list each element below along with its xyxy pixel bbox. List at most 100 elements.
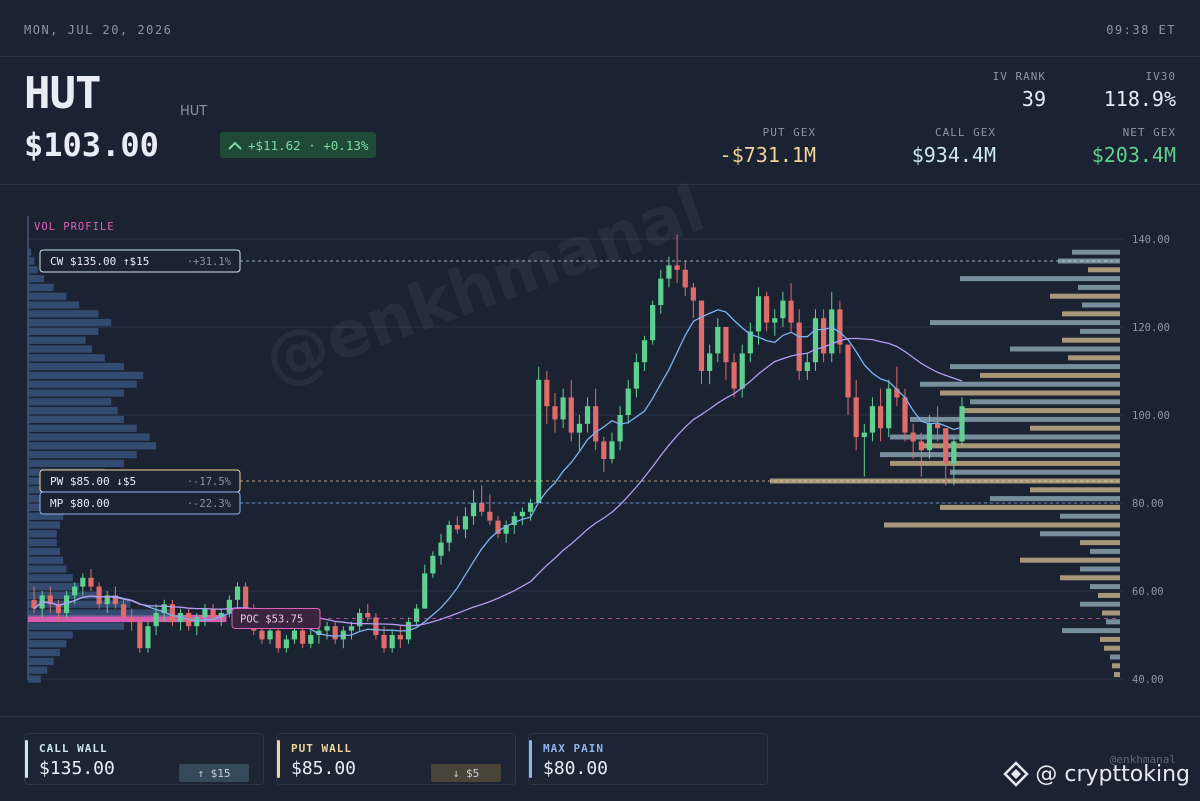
candle-body <box>446 525 452 543</box>
candle-body <box>129 617 135 622</box>
call-gex-bar <box>1082 302 1120 308</box>
candle-body <box>332 626 338 640</box>
candle-body <box>462 516 469 530</box>
volume-profile-bar <box>28 547 60 555</box>
candle-body <box>877 406 884 429</box>
volume-profile-bar <box>28 657 54 665</box>
candle-body <box>422 573 428 609</box>
put-gex-bar <box>1104 645 1120 651</box>
candle-body <box>804 362 810 371</box>
candle-body <box>560 397 566 420</box>
volume-profile-bar <box>28 583 80 591</box>
put-gex-bar <box>960 408 1120 414</box>
put-wall-card: PUT WALL $85.00 ↓ $5 <box>276 733 516 785</box>
candle-body <box>438 542 444 556</box>
volume-profile-bar <box>28 354 105 362</box>
max-pain-value: $80.00 <box>543 758 609 779</box>
date-label: MON, JUL 20, 2026 <box>24 23 173 37</box>
candle-body <box>324 626 330 631</box>
candle-body <box>625 388 631 415</box>
put-gex-bar <box>1100 636 1120 642</box>
put-gex-bar <box>1080 540 1120 546</box>
candle-body <box>926 423 933 451</box>
put-gex-bar <box>1060 575 1120 581</box>
poc-label: POC $53.75 <box>240 614 303 626</box>
call-gex-bar <box>1090 584 1120 590</box>
volume-profile-bar <box>28 424 137 432</box>
candle-body <box>234 586 241 600</box>
y-tick-label: 100.00 <box>1132 410 1170 422</box>
candle-body <box>861 432 867 437</box>
candle-body <box>88 577 94 587</box>
ticker-header: HUT HUT $103.00 +$11.62 · +0.13% IV RANK… <box>0 56 1200 185</box>
pw-level-pct: ·-17.5% <box>187 476 232 488</box>
put-gex-bar <box>884 522 1120 528</box>
volume-profile-bar <box>28 266 38 274</box>
candle-body <box>845 344 851 398</box>
candle-body <box>609 441 615 459</box>
net-gex-label: NET GEX <box>1122 126 1176 139</box>
candle-body <box>259 630 265 640</box>
put-gex-bar <box>1020 557 1120 563</box>
candle-body <box>267 630 273 640</box>
volume-profile-bar <box>28 530 57 538</box>
candle-body <box>544 379 550 407</box>
candle-body <box>96 586 102 605</box>
volume-profile-bar <box>28 631 73 639</box>
time-label: 09:38 ET <box>1106 23 1176 37</box>
put-wall-label: PUT WALL <box>291 742 352 755</box>
iv30-label: IV30 <box>1145 70 1176 83</box>
candle-body <box>576 423 583 433</box>
candle-body <box>283 639 289 649</box>
candle-body <box>910 432 916 442</box>
volume-profile-bar <box>28 257 35 265</box>
call-gex-bar <box>890 434 1120 440</box>
volume-profile-bar <box>28 389 124 397</box>
candle-body <box>194 617 200 627</box>
call-wall-label: CALL WALL <box>39 742 108 755</box>
call-gex-bar <box>1078 284 1120 290</box>
brand-logo: @ crypttoking <box>1003 761 1190 787</box>
put-gex-bar <box>1062 337 1120 343</box>
candle-body <box>487 511 493 521</box>
candle-body <box>120 604 127 618</box>
volume-profile-bar <box>28 398 112 406</box>
y-tick-label: 120.00 <box>1132 322 1170 334</box>
iv30-value: 118.9% <box>1103 87 1176 111</box>
call-gex-stat: CALL GEX $934.4M <box>912 126 996 167</box>
put-gex-bar <box>1098 592 1120 598</box>
price-change-text: +$11.62 · +0.13% <box>248 137 369 153</box>
candle-body <box>137 621 143 649</box>
put-gex-bar <box>980 372 1120 378</box>
net-gex-stat: NET GEX $203.4M <box>1092 126 1176 167</box>
candle-body <box>886 388 892 429</box>
candle-body <box>617 415 623 442</box>
call-gex-bar <box>960 276 1120 282</box>
candle-body <box>723 327 729 363</box>
call-wall-card: CALL WALL $135.00 ↑ $15 <box>24 733 264 785</box>
call-gex-bar <box>1060 513 1120 519</box>
volume-profile-bar <box>28 292 67 300</box>
y-tick-label: 140.00 <box>1132 234 1170 246</box>
candle-body <box>552 406 558 420</box>
call-wall-badge: ↑ $15 <box>179 764 249 782</box>
current-price: $103.00 <box>24 126 159 164</box>
call-gex-label: CALL GEX <box>935 126 996 139</box>
mp-level-label: MP $80.00 <box>50 497 110 510</box>
candle-body <box>959 406 965 442</box>
volume-profile-bar <box>28 649 60 657</box>
candle-body <box>153 613 159 627</box>
candle-body <box>519 511 526 517</box>
volume-profile-bar <box>28 433 150 441</box>
y-tick-label: 60.00 <box>1132 586 1164 598</box>
candle-body <box>210 608 216 618</box>
volume-profile-bar <box>28 301 80 309</box>
brand-text: @ crypttoking <box>1035 761 1190 787</box>
candle-body <box>202 608 208 618</box>
candle-body <box>869 406 876 433</box>
put-wall-accent <box>277 740 280 778</box>
candle-body <box>72 586 78 596</box>
put-gex-bar <box>1114 672 1120 678</box>
cw-level-pct: ·+31.1% <box>187 256 232 268</box>
volume-profile-bar <box>28 459 124 467</box>
